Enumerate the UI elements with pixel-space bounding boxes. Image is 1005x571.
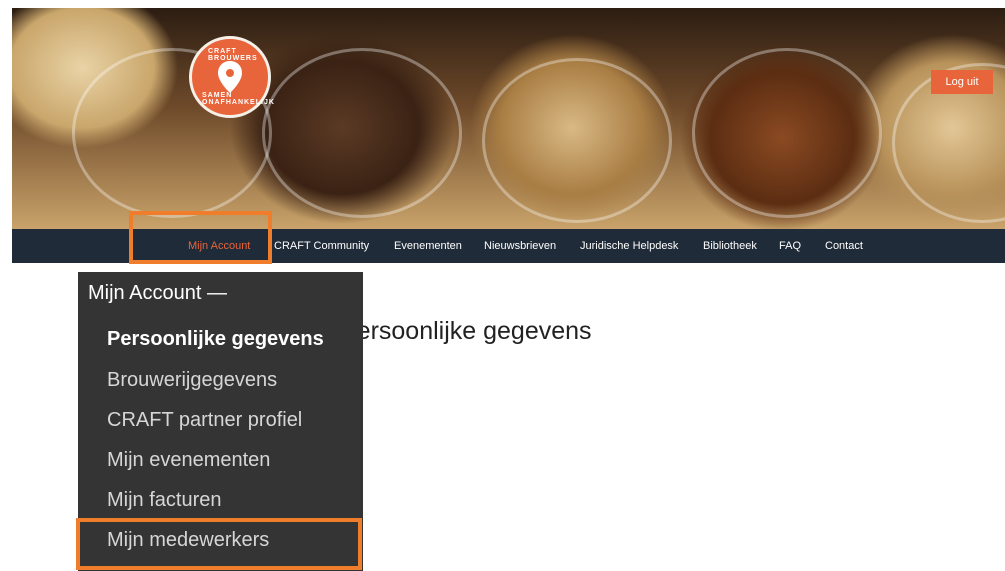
nav-item-faq[interactable]: FAQ xyxy=(779,229,801,263)
dropdown-item-brouwerijgegevens[interactable]: Brouwerijgegevens xyxy=(107,369,277,392)
dropdown-header[interactable]: Mijn Account — xyxy=(88,282,227,305)
grain-jar-image xyxy=(692,48,882,218)
page-title: Persoonlijke gegevens xyxy=(340,317,592,345)
highlight-box-nav xyxy=(129,211,272,264)
nav-item-nieuwsbrieven[interactable]: Nieuwsbrieven xyxy=(484,229,556,263)
logo-text-bottom: SAMEN ONAFHANKELIJK xyxy=(202,92,275,106)
grain-jar-image xyxy=(262,48,462,218)
nav-item-craft-community[interactable]: CRAFT Community xyxy=(274,229,369,263)
nav-item-evenementen[interactable]: Evenementen xyxy=(394,229,462,263)
grain-jar-image xyxy=(482,58,672,223)
highlight-box-medewerkers xyxy=(76,518,362,570)
nav-item-juridische-helpdesk[interactable]: Juridische Helpdesk xyxy=(580,229,678,263)
location-pin-icon xyxy=(218,61,242,93)
nav-item-contact[interactable]: Contact xyxy=(825,229,863,263)
nav-item-bibliotheek[interactable]: Bibliotheek xyxy=(703,229,757,263)
dropdown-item-persoonlijke-gegevens[interactable]: Persoonlijke gegevens xyxy=(107,328,324,351)
dropdown-item-mijn-facturen[interactable]: Mijn facturen xyxy=(107,489,222,512)
craft-brouwers-logo[interactable]: CRAFT BROUWERS SAMEN ONAFHANKELIJK xyxy=(189,36,274,118)
logout-button[interactable]: Log uit xyxy=(931,70,993,94)
dropdown-item-mijn-evenementen[interactable]: Mijn evenementen xyxy=(107,449,270,472)
dropdown-item-craft-partner-profiel[interactable]: CRAFT partner profiel xyxy=(107,409,302,432)
logo-text-top: CRAFT BROUWERS xyxy=(208,48,258,62)
hero-banner: CRAFT BROUWERS SAMEN ONAFHANKELIJK Log u… xyxy=(12,8,1005,229)
